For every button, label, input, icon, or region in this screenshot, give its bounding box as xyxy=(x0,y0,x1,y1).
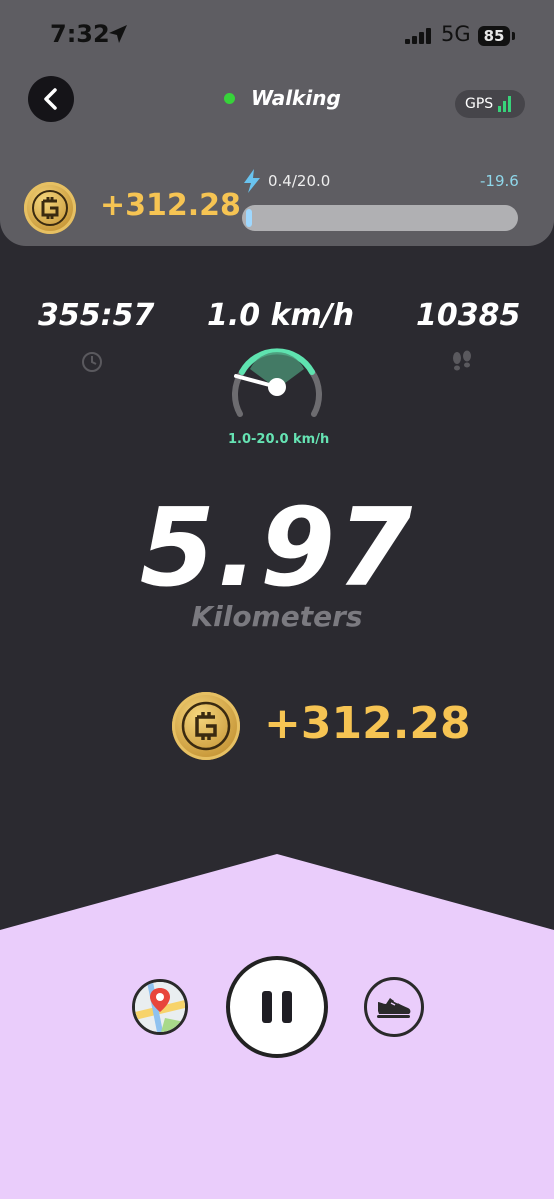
map-pin-icon xyxy=(135,982,185,1032)
steps-value: 10385 xyxy=(416,298,521,333)
status-time: 7:32 xyxy=(50,20,110,48)
gps-label: GPS xyxy=(465,96,494,112)
battery-cap xyxy=(512,32,515,40)
speed-value: 1.0 km/h xyxy=(207,298,355,333)
duration-value: 355:57 xyxy=(38,298,155,333)
energy-delta: -19.6 xyxy=(480,172,519,190)
gps-signal-icon xyxy=(498,96,514,112)
gps-status[interactable]: GPS xyxy=(455,90,525,118)
pause-button[interactable] xyxy=(226,956,328,1058)
active-indicator xyxy=(224,92,235,104)
header-earnings: +312.28 xyxy=(100,188,241,223)
energy-value: 0.4/20.0 xyxy=(268,172,331,190)
status-bar: 7:32 5G 85 xyxy=(0,0,554,70)
network-label: 5G xyxy=(441,22,471,46)
energy-progress-bar xyxy=(242,205,518,231)
signal-icon xyxy=(405,28,433,44)
battery-icon: 85 xyxy=(478,26,510,46)
battery-level: 85 xyxy=(483,27,505,45)
coin-icon xyxy=(24,182,76,234)
mode-label: Walking xyxy=(251,86,341,110)
speed-range: 1.0-20.0 km/h xyxy=(228,432,330,447)
speed-gauge xyxy=(231,348,323,417)
coin-icon xyxy=(172,692,240,760)
energy-progress-fill xyxy=(246,209,252,227)
map-button[interactable] xyxy=(132,979,188,1035)
sneaker-icon xyxy=(377,998,411,1018)
location-arrow-icon xyxy=(109,25,127,43)
clock-icon xyxy=(82,352,102,372)
pause-icon xyxy=(262,991,292,1023)
session-earnings: +312.28 xyxy=(264,698,471,749)
distance-value: 5.97 xyxy=(139,486,415,611)
sneaker-button[interactable] xyxy=(364,977,424,1037)
chevron-left-icon xyxy=(44,88,57,110)
back-button[interactable] xyxy=(28,76,74,122)
lightning-icon xyxy=(244,169,260,193)
distance-unit: Kilometers xyxy=(191,600,363,633)
activity-mode: Walking xyxy=(224,86,341,110)
footprints-icon xyxy=(453,350,471,371)
